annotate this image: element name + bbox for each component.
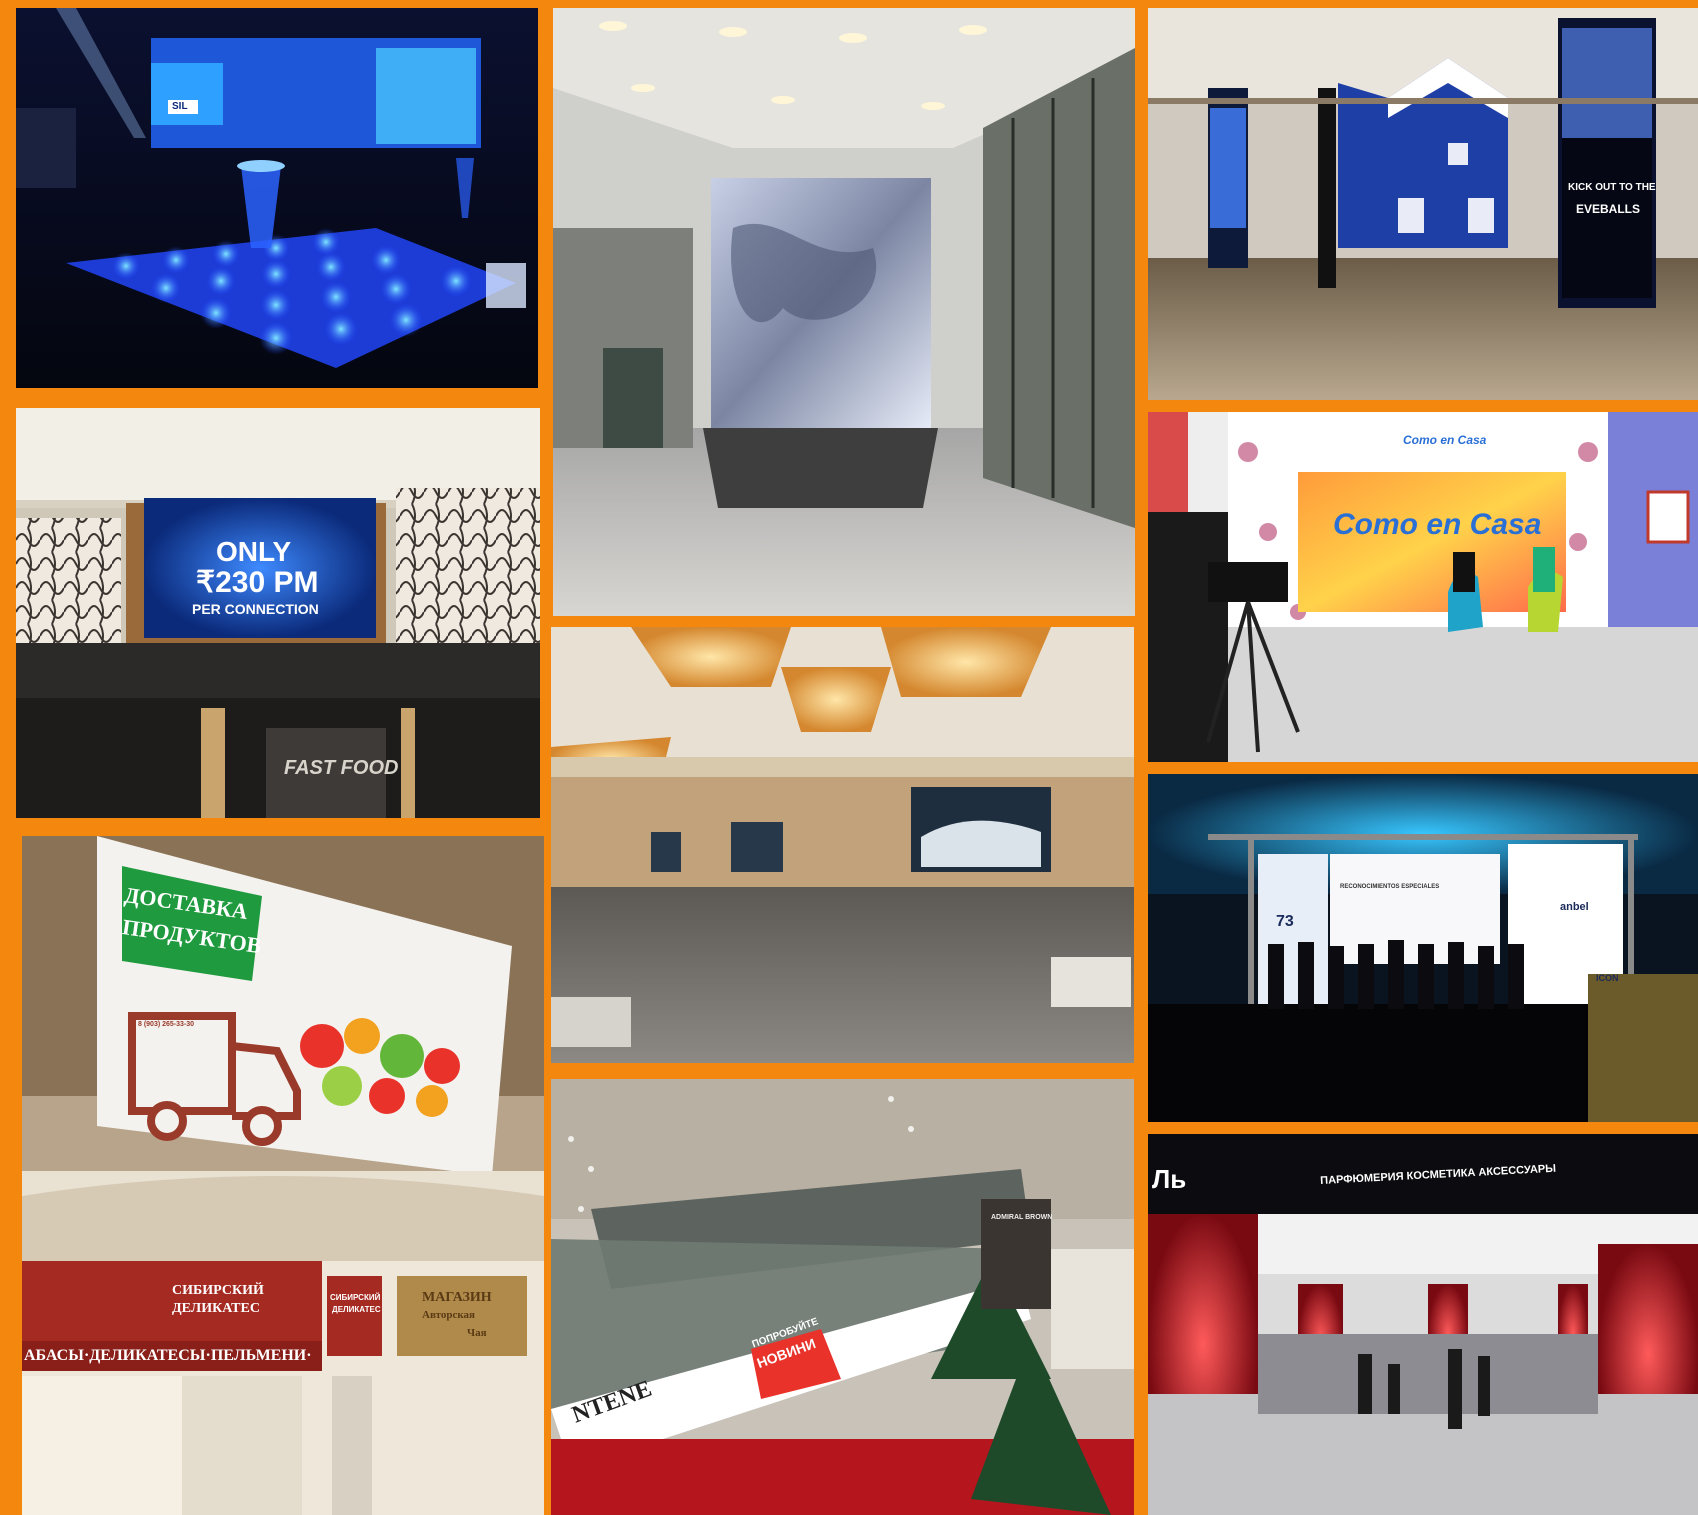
ballroom-scene bbox=[551, 627, 1134, 1063]
photo-mall-atrium-banner: NTENE ПОПРОБУЙТЕ НОВИНИ ADMIRAL BROWN bbox=[551, 1079, 1134, 1515]
photo-ballroom-screens bbox=[551, 627, 1134, 1063]
store-sign-siberian-small: СИБИРСКИЙ bbox=[330, 1293, 381, 1302]
store-banner-text: АБАСЫ·ДЕЛИКАТЕСЫ·ПЕЛЬМЕНИ· bbox=[24, 1347, 312, 1364]
screen-text-only: ONLY bbox=[216, 536, 292, 567]
photo-lobby-led-column bbox=[553, 8, 1135, 616]
sponsor-icon: ICON bbox=[1596, 973, 1619, 983]
event-screen-text: RECONOCIMIENTOS ESPECIALES bbox=[1340, 884, 1440, 890]
photo-tv-studio-interview: Como en Casa Como en Casa bbox=[1148, 412, 1698, 762]
atrium-store-sign: ADMIRAL BROWN bbox=[991, 1214, 1053, 1221]
photo-stage-led-floor: SIL bbox=[16, 8, 538, 388]
studio-logo-text: Como en Casa bbox=[1333, 508, 1542, 541]
store-sign-siberian: СИБИРСКИЙ bbox=[172, 1283, 264, 1298]
cosmetics-scene bbox=[1148, 1134, 1698, 1515]
shop-sign-line1: МАГАЗИН bbox=[422, 1290, 492, 1305]
screen-text-price: ₹230 PM bbox=[196, 566, 319, 599]
atrium-scene bbox=[551, 1079, 1134, 1515]
store-sign-siberian-sub: ДЕЛИКАТЕС bbox=[172, 1301, 260, 1316]
stage-sign-text: SIL bbox=[172, 101, 188, 112]
billboard-phone: 8 (903) 265-33-30 bbox=[138, 1021, 195, 1028]
studio-logo-small: Como en Casa bbox=[1403, 433, 1487, 447]
event-number: 73 bbox=[1276, 913, 1294, 930]
photo-event-stage-screen: 73 RECONOCIMIENTOS ESPECIALES anbel ICON bbox=[1148, 774, 1698, 1122]
store-sign-fast-food: FAST FOOD bbox=[284, 757, 399, 779]
store-sign-siberian-small-sub: ДЕЛИКАТЕС bbox=[332, 1305, 381, 1314]
photo-cosmetics-store: ПАРФЮМЕРИЯ КОСМЕТИКА АКСЕССУАРЫ Ль bbox=[1148, 1134, 1698, 1515]
lobby-scene bbox=[553, 8, 1135, 616]
screen-text-connection: PER CONNECTION bbox=[192, 601, 319, 617]
store-logo: Ль bbox=[1152, 1164, 1187, 1194]
studio-scene bbox=[1148, 412, 1698, 762]
photo-mall-led-pillars: KICK OUT TO THE EVEBALLS bbox=[1148, 8, 1698, 400]
pillar-text-line2: EVEBALLS bbox=[1576, 202, 1641, 216]
shop-sign-line2: Авторская bbox=[422, 1309, 475, 1321]
stage-scene bbox=[16, 8, 538, 388]
photo-delivery-billboard: ДОСТАВКА ПРОДУКТОВ 8 (903) 265-33-30 СИБ… bbox=[22, 836, 544, 1515]
billboard-scene bbox=[22, 836, 544, 1515]
event-stage-scene bbox=[1148, 774, 1698, 1122]
shop-sign-line3: Чая bbox=[467, 1327, 487, 1339]
pillar-text-line1: KICK OUT TO THE bbox=[1568, 182, 1656, 193]
sponsor-anbel: anbel bbox=[1560, 901, 1589, 913]
photo-wall-screen-mall: ONLY ₹230 PM PER CONNECTION FAST FOOD bbox=[16, 408, 540, 818]
